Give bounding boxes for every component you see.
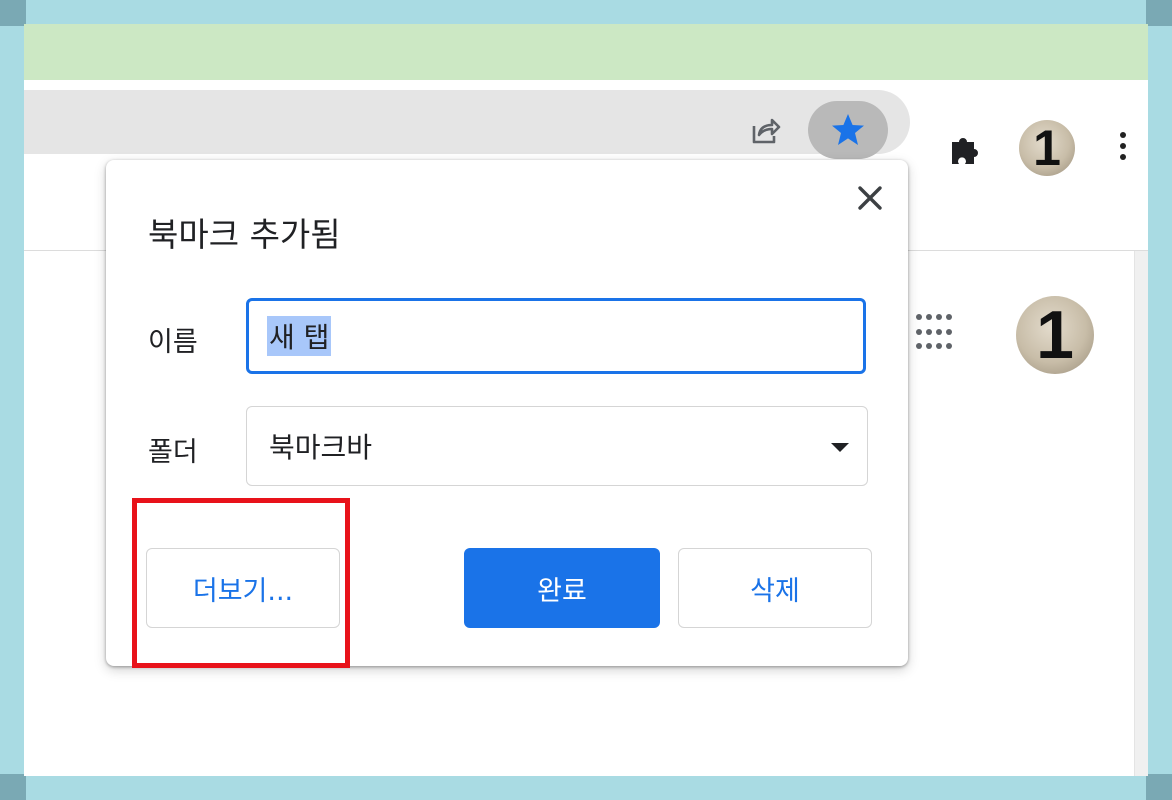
bookmark-star-button[interactable] [808, 101, 888, 159]
more-button[interactable]: 더보기... [146, 548, 340, 628]
frame-corner [0, 0, 26, 26]
browser-toolbar: 1 [24, 80, 1148, 176]
bookmark-star-icon [832, 114, 864, 145]
close-icon[interactable] [854, 182, 886, 214]
name-label: 이름 [148, 327, 198, 358]
delete-button[interactable]: 삭제 [678, 548, 872, 628]
frame-corner [1146, 774, 1172, 800]
bookmark-dialog: 북마크 추가됨 이름 새 탭 폴더 북마크바 더보기... 완료 삭제 [106, 160, 908, 666]
avatar-text: 1 [1036, 297, 1074, 373]
caret-down-icon [831, 443, 849, 452]
apps-grid-icon[interactable] [916, 314, 956, 354]
scrollbar[interactable] [1134, 251, 1148, 776]
puzzle-icon[interactable] [946, 130, 984, 168]
frame-corner [1146, 0, 1172, 26]
page-profile-avatar[interactable]: 1 [1016, 296, 1094, 374]
name-input-value: 새 탭 [267, 316, 332, 356]
avatar-text: 1 [1033, 120, 1061, 176]
tab-strip [24, 24, 1148, 80]
folder-label: 폴더 [148, 437, 198, 468]
folder-dropdown-value: 북마크바 [269, 431, 373, 464]
browser-window: 1 1 북마크 추가됨 이름 새 탭 폴더 북마크바 더보기... 완료 삭제 [24, 24, 1148, 776]
dialog-title: 북마크 추가됨 [148, 215, 341, 254]
frame-corner [0, 774, 26, 800]
profile-avatar[interactable]: 1 [1019, 120, 1075, 176]
share-icon[interactable] [744, 110, 784, 150]
done-button[interactable]: 완료 [464, 548, 660, 628]
address-bar[interactable] [24, 90, 910, 159]
name-input[interactable]: 새 탭 [246, 298, 866, 374]
kebab-menu-icon[interactable] [1118, 130, 1128, 170]
folder-dropdown[interactable]: 북마크바 [246, 406, 868, 486]
